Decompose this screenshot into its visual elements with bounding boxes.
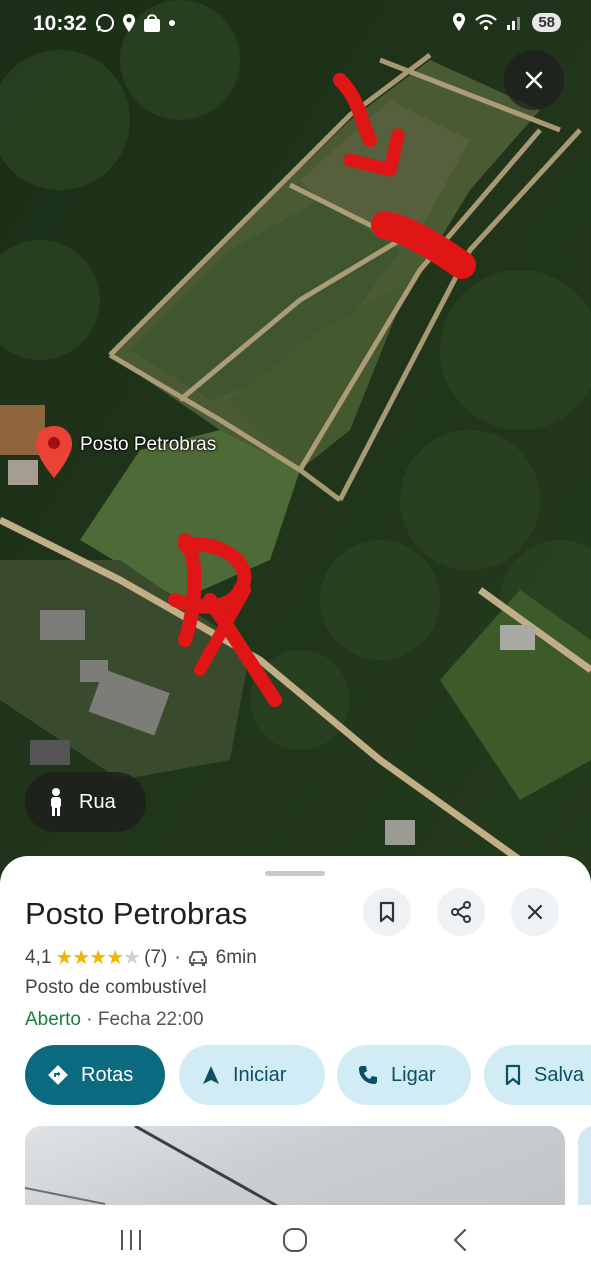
directions-button[interactable]: Rotas	[25, 1045, 165, 1105]
navigation-arrow-icon	[203, 1066, 219, 1084]
bookmark-icon	[505, 1064, 521, 1086]
map-pin-icon[interactable]	[34, 424, 74, 480]
dot-icon	[169, 20, 175, 26]
location-icon	[123, 14, 135, 32]
street-view-button[interactable]: Rua	[25, 772, 146, 832]
directions-icon	[48, 1065, 68, 1085]
battery-badge: 58	[532, 12, 561, 32]
place-title: Posto Petrobras	[25, 896, 248, 931]
map-pin-label[interactable]: Posto Petrobras	[80, 434, 216, 456]
hours-separator: ·	[80, 1009, 98, 1030]
save-place-button[interactable]	[363, 888, 411, 936]
system-icons: 58	[452, 12, 561, 32]
phone-icon	[359, 1066, 377, 1084]
closing-time: Fecha 22:00	[97, 1009, 204, 1030]
location-icon	[453, 13, 466, 31]
close-icon	[527, 904, 543, 920]
system-nav-bar	[0, 1205, 591, 1280]
drive-time: 6min	[215, 946, 257, 968]
status-time: 10:32	[33, 12, 87, 35]
home-icon[interactable]	[282, 1227, 308, 1253]
next-photo[interactable]	[578, 1126, 591, 1216]
close-sheet-button[interactable]	[511, 888, 559, 936]
notification-icons	[95, 13, 176, 33]
hours-row[interactable]: Aberto · Fecha 22:00	[25, 1009, 204, 1031]
rating-row[interactable]: 4,1 ★★★★★ (7) · 6min	[25, 945, 257, 970]
photo-image	[25, 1126, 296, 1216]
rating-stars: ★★★★★	[55, 947, 141, 969]
start-label: Iniciar	[233, 1063, 287, 1086]
rating-separator: ·	[174, 946, 181, 968]
call-label: Ligar	[391, 1063, 436, 1086]
start-button[interactable]: Iniciar	[179, 1045, 325, 1105]
share-icon	[451, 901, 471, 923]
car-icon	[188, 950, 207, 966]
call-button[interactable]: Ligar	[337, 1045, 471, 1105]
bookmark-icon	[379, 901, 395, 923]
review-count[interactable]: (7)	[144, 947, 167, 969]
rating-value: 4,1	[25, 946, 52, 968]
action-chips: Rotas Iniciar Ligar Salva	[25, 1045, 591, 1107]
place-category: Posto de combustível	[25, 977, 207, 998]
signal-icon	[507, 17, 521, 30]
save-label: Salva	[534, 1063, 585, 1086]
place-photo[interactable]	[25, 1126, 565, 1216]
sheet-drag-handle[interactable]	[265, 871, 325, 876]
close-map-button[interactable]	[504, 50, 564, 110]
directions-label: Rotas	[81, 1063, 134, 1086]
status-bar: 10:32 58	[0, 0, 591, 50]
close-icon	[525, 71, 543, 89]
recent-apps-icon[interactable]	[118, 1227, 144, 1253]
street-view-label: Rua	[79, 790, 116, 813]
pegman-icon	[51, 788, 61, 816]
wifi-icon	[475, 14, 498, 30]
shopping-bag-icon	[144, 14, 160, 32]
save-button[interactable]: Salva	[484, 1045, 591, 1105]
open-status: Aberto	[25, 1009, 81, 1030]
share-button[interactable]	[437, 888, 485, 936]
whatsapp-icon	[96, 14, 114, 32]
back-icon[interactable]	[448, 1227, 474, 1253]
